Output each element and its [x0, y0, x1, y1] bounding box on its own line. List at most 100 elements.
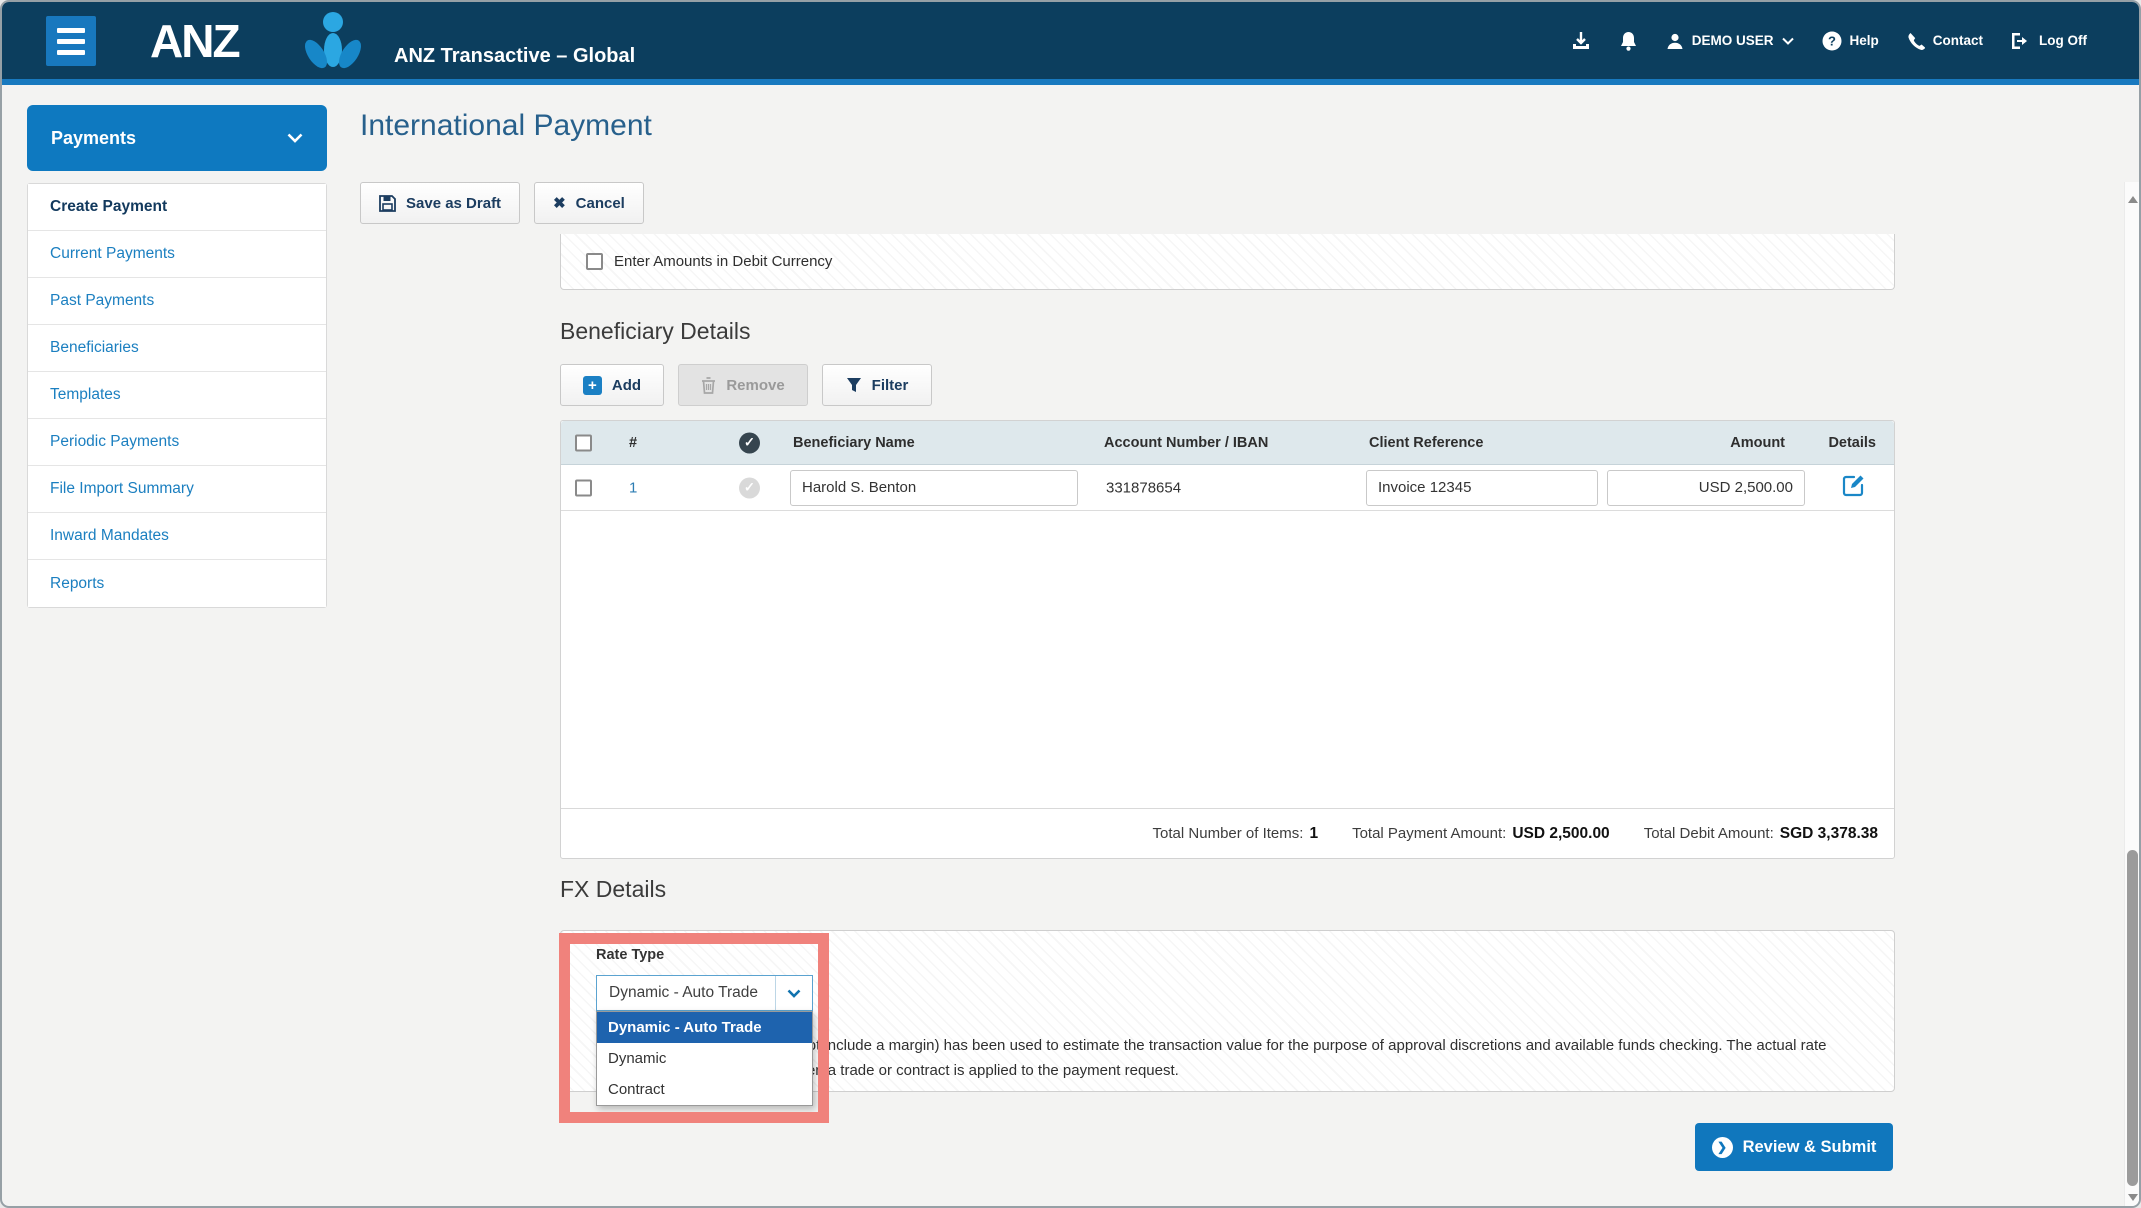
add-label: Add	[612, 377, 641, 394]
select-chevron-button[interactable]	[775, 976, 812, 1010]
total-items-value: 1	[1309, 825, 1318, 843]
validated-check-icon: ✓	[739, 432, 760, 453]
download-icon[interactable]	[1571, 31, 1591, 51]
save-as-draft-button[interactable]: Save as Draft	[360, 182, 520, 224]
rate-type-selected-value: Dynamic - Auto Trade	[609, 984, 758, 1002]
beneficiary-table: # ✓ Beneficiary Name Account Number / IB…	[560, 420, 1895, 859]
column-beneficiary-name: Beneficiary Name	[793, 435, 915, 451]
beneficiary-name-input[interactable]	[790, 470, 1078, 506]
logoff-link[interactable]: Log Off	[2011, 32, 2087, 50]
table-row: 1 ✓ 331878654	[561, 465, 1894, 511]
user-icon	[1666, 32, 1684, 50]
sidebar-item-reports[interactable]: Reports	[28, 560, 326, 607]
table-header-row: # ✓ Beneficiary Name Account Number / IB…	[561, 421, 1894, 465]
total-debit-value: SGD 3,378.38	[1780, 825, 1878, 843]
contact-label: Contact	[1933, 33, 1983, 48]
user-menu[interactable]: DEMO USER	[1666, 32, 1794, 50]
edit-details-icon[interactable]	[1840, 473, 1866, 503]
scrollbar-up-arrow[interactable]	[2128, 196, 2138, 203]
row-validated-check-icon: ✓	[739, 477, 760, 498]
select-all-checkbox[interactable]	[575, 434, 592, 451]
save-icon	[379, 195, 396, 212]
sidebar: Payments Create Payment Current Payments…	[27, 105, 327, 608]
contact-link[interactable]: Contact	[1907, 32, 1983, 50]
client-reference-input[interactable]	[1366, 470, 1598, 506]
svg-text:?: ?	[1828, 33, 1836, 48]
close-icon: ✖	[553, 194, 566, 212]
table-totals-row: Total Number of Items: 1 Total Payment Am…	[561, 808, 1894, 858]
enter-amounts-debit-currency-checkbox[interactable]	[586, 253, 603, 270]
filter-label: Filter	[872, 377, 909, 394]
total-debit-label: Total Debit Amount:	[1644, 825, 1774, 842]
sidebar-item-create-payment[interactable]: Create Payment	[28, 184, 326, 231]
total-items-label: Total Number of Items:	[1153, 825, 1304, 842]
sidebar-section-label: Payments	[51, 128, 136, 149]
app-title: ANZ Transactive – Global	[394, 45, 635, 68]
dropdown-option-contract[interactable]: Contract	[597, 1074, 812, 1105]
hamburger-menu-icon[interactable]	[46, 16, 96, 66]
save-as-draft-label: Save as Draft	[406, 195, 501, 212]
beneficiary-actions: + Add Remove Filter	[560, 364, 932, 406]
account-number-value: 331878654	[1106, 479, 1181, 496]
sidebar-item-past-payments[interactable]: Past Payments	[28, 278, 326, 325]
fx-details-heading: FX Details	[560, 876, 666, 903]
chevron-down-icon	[1782, 37, 1794, 45]
app-window: ANZ ANZ Transactive – Global DEMO USER ?…	[0, 0, 2141, 1208]
table-empty-body	[561, 511, 1894, 808]
column-details: Details	[1828, 435, 1876, 451]
remove-label: Remove	[726, 377, 784, 394]
fx-details-panel: An indicative rate (which does not inclu…	[560, 930, 1895, 1092]
amount-input[interactable]	[1607, 470, 1805, 506]
sidebar-menu: Create Payment Current Payments Past Pay…	[27, 183, 327, 608]
cancel-button[interactable]: ✖ Cancel	[534, 182, 644, 224]
chevron-down-icon	[787, 989, 801, 998]
sidebar-item-periodic-payments[interactable]: Periodic Payments	[28, 419, 326, 466]
plus-icon: +	[583, 376, 602, 395]
column-amount: Amount	[1730, 435, 1785, 451]
trash-icon	[701, 377, 716, 394]
row-number: 1	[629, 479, 637, 496]
header-actions: DEMO USER ? Help Contact Log Off	[1571, 2, 2087, 79]
remove-button[interactable]: Remove	[678, 364, 808, 406]
help-link[interactable]: ? Help	[1822, 31, 1879, 51]
column-client-reference: Client Reference	[1369, 435, 1483, 451]
sidebar-item-file-import-summary[interactable]: File Import Summary	[28, 466, 326, 513]
review-submit-button[interactable]: ❯ Review & Submit	[1695, 1123, 1893, 1171]
help-label: Help	[1850, 33, 1879, 48]
column-number: #	[629, 435, 637, 451]
enter-amounts-debit-currency-label: Enter Amounts in Debit Currency	[614, 253, 832, 270]
total-payment-label: Total Payment Amount:	[1352, 825, 1506, 842]
user-name-label: DEMO USER	[1692, 33, 1774, 48]
anz-lotus-icon	[302, 8, 364, 80]
review-submit-label: Review & Submit	[1743, 1138, 1877, 1157]
anz-logo: ANZ	[150, 14, 239, 68]
sidebar-item-templates[interactable]: Templates	[28, 372, 326, 419]
add-button[interactable]: + Add	[560, 364, 664, 406]
sidebar-item-current-payments[interactable]: Current Payments	[28, 231, 326, 278]
page-toolbar: Save as Draft ✖ Cancel	[360, 182, 644, 224]
phone-icon	[1907, 32, 1925, 50]
dropdown-option-dynamic-auto-trade[interactable]: Dynamic - Auto Trade	[597, 1012, 812, 1043]
filter-icon	[846, 377, 862, 393]
filter-button[interactable]: Filter	[822, 364, 932, 406]
total-payment-value: USD 2,500.00	[1512, 825, 1609, 843]
help-icon: ?	[1822, 31, 1842, 51]
sidebar-payments-toggle[interactable]: Payments	[27, 105, 327, 171]
rate-type-label: Rate Type	[596, 947, 664, 963]
sidebar-item-beneficiaries[interactable]: Beneficiaries	[28, 325, 326, 372]
cancel-label: Cancel	[576, 195, 625, 212]
vertical-scrollbar-thumb[interactable]	[2127, 850, 2138, 1186]
row-select-checkbox[interactable]	[575, 479, 592, 496]
scrollbar-down-arrow[interactable]	[2128, 1194, 2138, 1201]
rate-type-select[interactable]: Dynamic - Auto Trade	[596, 975, 813, 1011]
notifications-bell-icon[interactable]	[1619, 31, 1638, 51]
debit-currency-panel: Enter Amounts in Debit Currency	[560, 234, 1895, 290]
sidebar-item-inward-mandates[interactable]: Inward Mandates	[28, 513, 326, 560]
chevron-down-icon	[287, 133, 303, 143]
arrow-right-circle-icon: ❯	[1712, 1137, 1733, 1158]
dropdown-option-dynamic[interactable]: Dynamic	[597, 1043, 812, 1074]
logoff-icon	[2011, 32, 2031, 50]
column-account-number: Account Number / IBAN	[1104, 435, 1268, 451]
rate-type-dropdown-list: Dynamic - Auto Trade Dynamic Contract	[596, 1011, 813, 1106]
logoff-label: Log Off	[2039, 33, 2087, 48]
